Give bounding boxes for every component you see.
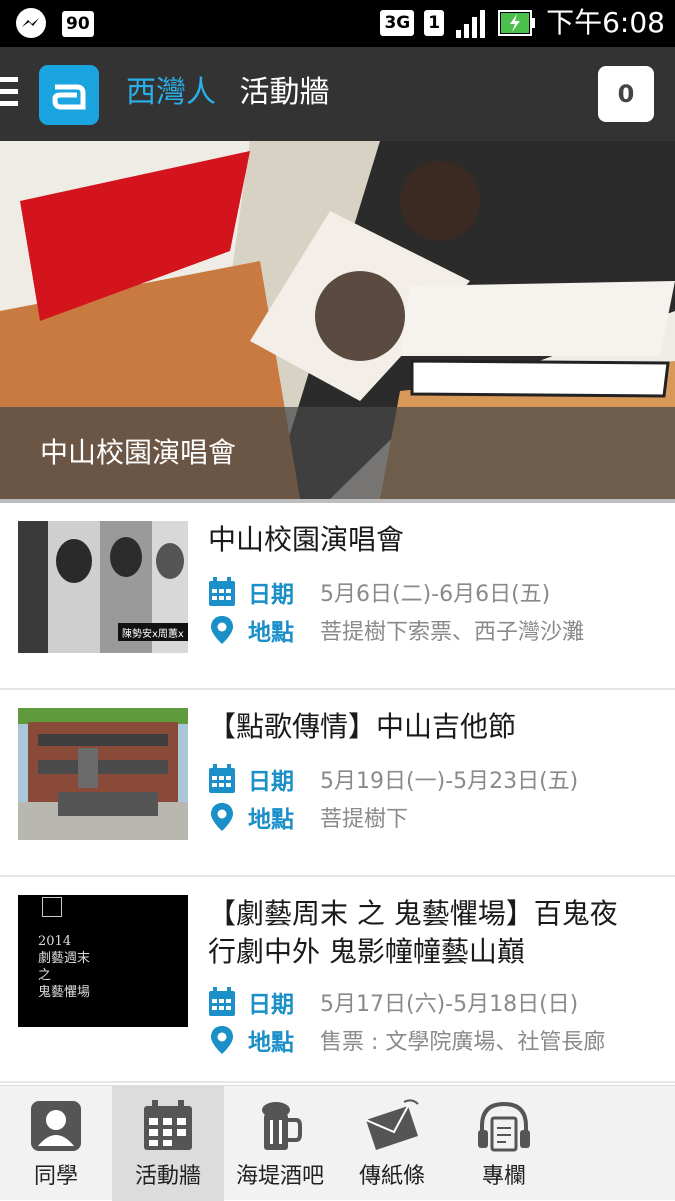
location-pin-icon	[211, 803, 233, 831]
calendar-icon	[209, 987, 235, 1016]
location-pin-icon	[211, 616, 233, 644]
event-photo	[18, 708, 188, 840]
event-title: 【點歌傳情】中山吉他節	[208, 710, 517, 743]
thumbnail-text: 之	[38, 968, 52, 983]
thumbnail-frame-icon	[42, 897, 62, 917]
app-bar: 西灣人 活動牆 0	[0, 47, 675, 141]
nav-item-classmates[interactable]: 同學	[0, 1086, 112, 1201]
thumbnail-text: 2014	[38, 934, 72, 949]
date-label: 日期	[248, 992, 294, 1018]
logo-mark-icon	[52, 84, 86, 110]
nav-item-column[interactable]: 專欄	[448, 1086, 560, 1201]
calendar-icon	[209, 577, 235, 606]
thumbnail-text: 劇藝週末	[38, 951, 91, 966]
beer-mug-icon	[262, 1102, 302, 1150]
list-item[interactable]: 2014 劇藝週末 之 鬼藝懼場 【劇藝周末 之 鬼藝懼場】百鬼夜行劇中外 鬼影…	[0, 877, 675, 1083]
hero-caption: 中山校園演唱會	[40, 436, 237, 469]
event-thumbnail	[18, 708, 188, 840]
date-label: 日期	[248, 582, 294, 608]
date-value: 5月6日(二)-6月6日(五)	[320, 582, 551, 607]
nav-item-events[interactable]: 活動牆	[112, 1086, 224, 1201]
event-date-row: 日期 5月6日(二)-6月6日(五)	[208, 575, 550, 609]
person-icon	[31, 1101, 81, 1151]
nav-label: 活動牆	[134, 1164, 201, 1189]
event-place-row: 地點 售票 : 文學院廣場、社管長廊	[208, 1023, 605, 1057]
nav-label: 傳紙條	[358, 1164, 425, 1189]
sim-indicator: 1	[424, 10, 445, 36]
place-label: 地點	[248, 807, 294, 833]
notification-count-badge: 90	[62, 11, 94, 37]
list-item[interactable]: 【點歌傳情】中山吉他節 日期 5月19日(一)-5月23日(五) 地點 菩提樹下	[0, 690, 675, 877]
location-pin-icon	[211, 1026, 233, 1054]
status-bar: 90 3G 1 下午6:08	[0, 0, 675, 47]
hero-banner[interactable]: 中山校園演唱會	[0, 141, 675, 499]
date-label: 日期	[248, 769, 294, 795]
calendar-icon	[209, 764, 235, 793]
date-value: 5月17日(六)-5月18日(日)	[320, 992, 579, 1017]
place-value: 菩提樹下索票、西子灣沙灘	[320, 620, 585, 645]
envelope-icon	[365, 1099, 419, 1150]
event-date-row: 日期 5月17日(六)-5月18日(日)	[208, 985, 578, 1019]
event-date-row: 日期 5月19日(一)-5月23日(五)	[208, 762, 578, 796]
list-item[interactable]: 陳勢安x周蕙x 中山校園演唱會 日期 5月6日(二)-6月6日(五) 地點 菩提…	[0, 503, 675, 690]
section-title: 活動牆	[239, 75, 330, 110]
event-place-row: 地點 菩提樹下	[208, 800, 408, 834]
nav-label: 海堤酒吧	[235, 1164, 324, 1189]
notification-button[interactable]: 0	[598, 66, 654, 122]
place-label: 地點	[248, 620, 294, 646]
calendar-icon	[144, 1100, 192, 1150]
thumbnail-caption: 陳勢安x周蕙x	[122, 629, 184, 640]
app-title: 西灣人 活動牆	[126, 73, 330, 113]
nav-label: 專欄	[481, 1164, 526, 1189]
event-title: 中山校園演唱會	[208, 523, 405, 556]
messenger-icon	[16, 8, 46, 38]
bottom-navigation: 同學 活動牆 海堤酒吧 傳紙條 專欄	[0, 1085, 675, 1201]
event-thumbnail: 2014 劇藝週末 之 鬼藝懼場	[18, 895, 188, 1027]
event-thumbnail: 陳勢安x周蕙x	[18, 521, 188, 653]
event-place-row: 地點 菩提樹下索票、西子灣沙灘	[208, 613, 584, 647]
date-value: 5月19日(一)-5月23日(五)	[320, 769, 579, 794]
place-value: 售票 : 文學院廣場、社管長廊	[320, 1030, 606, 1055]
network-type-indicator: 3G	[380, 10, 415, 36]
place-label: 地點	[248, 1030, 294, 1056]
app-logo[interactable]	[39, 65, 99, 125]
nav-item-bar[interactable]: 海堤酒吧	[224, 1086, 336, 1201]
menu-icon[interactable]	[0, 77, 18, 111]
nav-label: 同學	[33, 1164, 78, 1189]
event-title: 【劇藝周末 之 鬼藝懼場】百鬼夜行劇中外 鬼影幢幢藝山巔	[208, 897, 618, 968]
place-value: 菩提樹下	[320, 807, 409, 832]
nav-item-notes[interactable]: 傳紙條	[336, 1086, 448, 1201]
brand-name: 西灣人	[126, 75, 216, 110]
signal-icon	[456, 10, 486, 38]
headphones-note-icon	[478, 1101, 530, 1152]
battery-charging-icon	[498, 10, 536, 36]
thumbnail-text: 鬼藝懼場	[38, 985, 91, 1000]
clock: 下午6:08	[546, 6, 665, 39]
